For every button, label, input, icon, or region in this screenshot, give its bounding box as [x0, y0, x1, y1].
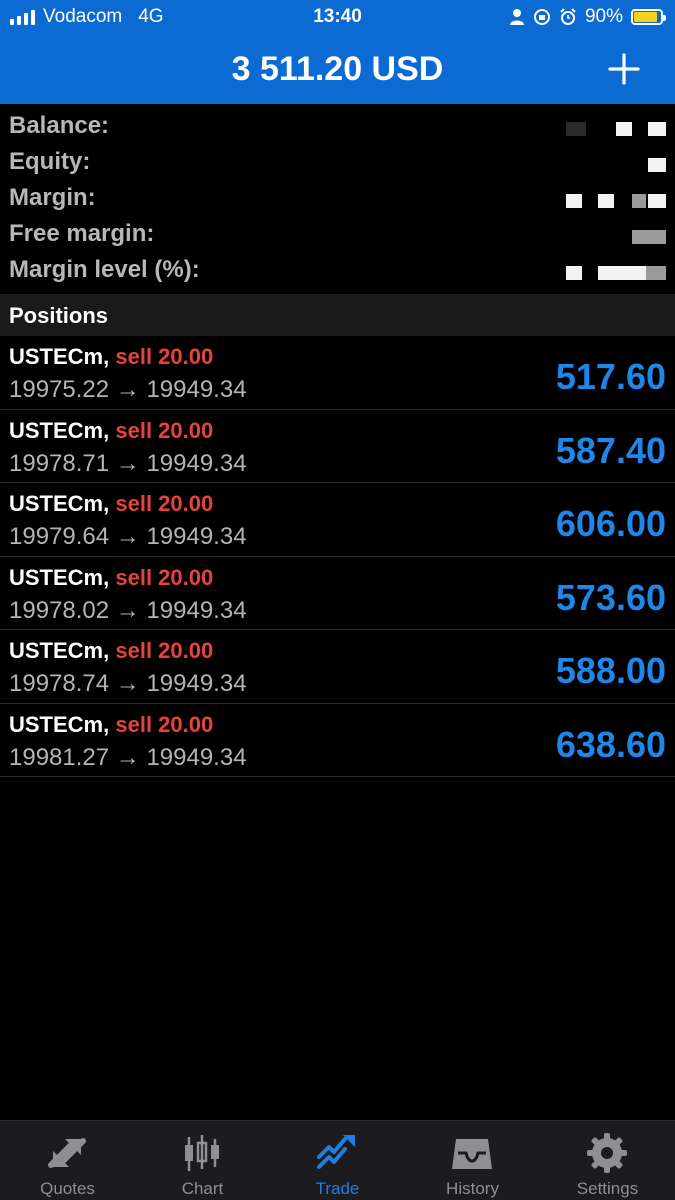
position-row[interactable]: USTECm, sell 20.00 19975.22 → 19949.34 5… [0, 336, 675, 410]
redacted-value [646, 266, 666, 280]
tab-label: Trade [315, 1179, 360, 1198]
account-summary: Balance: Equity: Margin: Free margin: Ma… [0, 106, 675, 294]
position-title: USTECm, sell 20.00 [9, 418, 213, 444]
positions-header: Positions [0, 294, 675, 336]
free-margin-label: Free margin: [9, 220, 155, 247]
app-root: Vodacom 4G 13:40 90% 3 511.20 USD Balanc… [0, 0, 675, 1200]
position-symbol: USTECm, [9, 564, 110, 590]
redacted-value [566, 122, 586, 136]
position-prices: 19979.64 → 19949.34 [9, 523, 247, 550]
tab-trade[interactable]: Trade [270, 1121, 405, 1200]
position-side: sell 20.00 [115, 491, 214, 516]
header: Vodacom 4G 13:40 90% 3 511.20 USD [0, 0, 675, 104]
position-symbol: USTECm, [9, 344, 110, 369]
redacted-value [598, 194, 614, 208]
tab-settings[interactable]: Settings [540, 1121, 675, 1200]
tab-label: Settings [576, 1179, 639, 1198]
redacted-value [648, 194, 666, 208]
position-row[interactable]: USTECm, sell 20.00 19978.71 → 19949.34 5… [0, 410, 675, 483]
status-right: 90% [509, 6, 666, 28]
position-symbol: USTECm, [9, 417, 110, 443]
settings-icon [587, 1133, 627, 1173]
position-side: sell 20.00 [115, 417, 214, 443]
position-symbol: USTECm, [9, 491, 110, 516]
orientation-lock-icon [533, 9, 550, 25]
plus-icon[interactable] [607, 52, 641, 86]
tab-label: Chart [181, 1179, 224, 1198]
position-row[interactable]: USTECm, sell 20.00 19978.74 → 19949.34 5… [0, 630, 675, 704]
position-profit: 638.60 [555, 723, 666, 765]
positions-list: USTECm, sell 20.00 19975.22 → 19949.34 5… [0, 336, 675, 777]
chart-icon [185, 1135, 219, 1171]
position-profit: 573.60 [555, 576, 666, 618]
position-profit: 587.40 [555, 429, 666, 471]
position-row[interactable]: USTECm, sell 20.00 19978.02 → 19949.34 5… [0, 557, 675, 630]
position-side: sell 20.00 [115, 638, 214, 663]
tab-quotes[interactable]: Quotes [0, 1121, 135, 1200]
position-profit: 606.00 [555, 503, 666, 544]
redacted-value [598, 266, 646, 280]
redacted-value [566, 194, 582, 208]
redacted-value [648, 122, 666, 136]
battery-icon [631, 9, 666, 25]
alarm-icon [560, 8, 576, 25]
margin-level-row: Margin level (%): [0, 250, 675, 286]
equity-label: Equity: [9, 148, 91, 175]
position-symbol: USTECm, [9, 711, 110, 737]
tab-bar: Quotes Chart Trade History Settings [0, 1120, 675, 1200]
position-side: sell 20.00 [115, 711, 214, 737]
position-side: sell 20.00 [115, 344, 214, 369]
position-prices: 19981.27 → 19949.34 [9, 743, 247, 771]
margin-label: Margin: [9, 184, 96, 211]
person-icon [509, 9, 524, 25]
position-prices: 19978.71 → 19949.34 [9, 449, 247, 477]
status-bar: Vodacom 4G 13:40 90% [0, 0, 675, 36]
tab-label: Quotes [40, 1179, 95, 1198]
equity-row: Equity: [0, 142, 675, 178]
redacted-value [648, 158, 666, 172]
balance-label: Balance: [9, 112, 110, 139]
page-title: 3 511.20 USD [231, 50, 444, 88]
position-prices: 19975.22 → 19949.34 [9, 376, 247, 403]
battery-percent: 90% [584, 6, 623, 27]
position-title: USTECm, sell 20.00 [9, 344, 213, 370]
position-profit: 517.60 [555, 356, 666, 397]
position-title: USTECm, sell 20.00 [9, 638, 213, 664]
position-prices: 19978.74 → 19949.34 [9, 670, 247, 697]
redacted-value [566, 266, 582, 280]
tab-label: History [446, 1179, 499, 1198]
position-side: sell 20.00 [115, 564, 214, 590]
redacted-value [632, 230, 666, 244]
redacted-value [632, 194, 646, 208]
history-icon [452, 1139, 492, 1169]
tab-history[interactable]: History [405, 1121, 540, 1200]
position-prices: 19978.02 → 19949.34 [9, 596, 247, 624]
position-title: USTECm, sell 20.00 [9, 712, 213, 738]
free-margin-row: Free margin: [0, 214, 675, 250]
position-profit: 588.00 [555, 650, 666, 691]
positions-title: Positions [9, 303, 109, 328]
position-row[interactable]: USTECm, sell 20.00 19979.64 → 19949.34 6… [0, 483, 675, 557]
redacted-value [616, 122, 632, 136]
position-row[interactable]: USTECm, sell 20.00 19981.27 → 19949.34 6… [0, 704, 675, 777]
tab-chart[interactable]: Chart [135, 1121, 270, 1200]
position-title: USTECm, sell 20.00 [9, 565, 213, 591]
position-symbol: USTECm, [9, 638, 110, 663]
balance-row: Balance: [0, 106, 675, 142]
trade-icon [317, 1135, 355, 1169]
quotes-icon [48, 1138, 86, 1168]
title-row: 3 511.20 USD [0, 46, 675, 96]
margin-level-label: Margin level (%): [9, 256, 200, 283]
margin-row: Margin: [0, 178, 675, 214]
position-title: USTECm, sell 20.00 [9, 491, 213, 517]
